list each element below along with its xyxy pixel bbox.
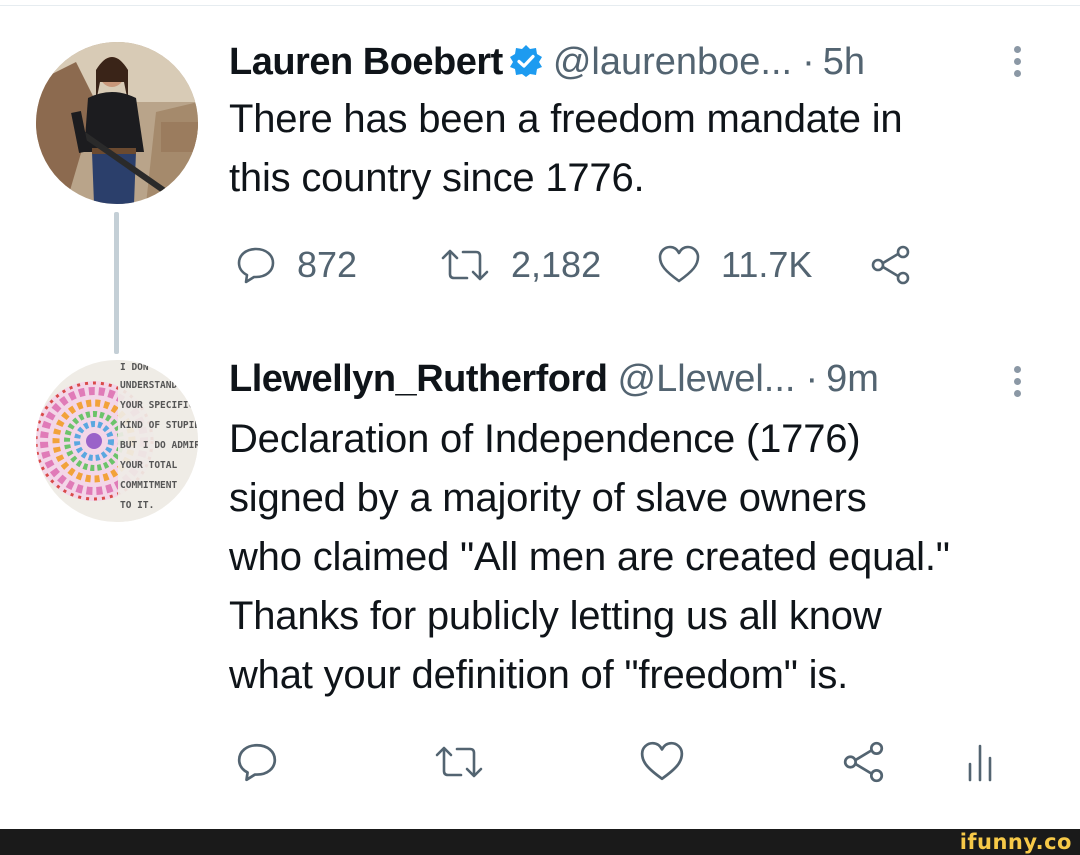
author-handle[interactable]: @laurenboe... xyxy=(553,41,792,84)
tweet-timestamp[interactable]: 5h xyxy=(823,41,865,84)
share-icon xyxy=(843,741,884,783)
author-handle[interactable]: @Llewel... xyxy=(618,358,796,401)
svg-text:I DON'T: I DON'T xyxy=(120,362,160,373)
tweet-timestamp[interactable]: 9m xyxy=(826,358,879,401)
share-icon xyxy=(871,245,910,285)
svg-text:YOUR TOTAL: YOUR TOTAL xyxy=(120,460,177,471)
author-name[interactable]: Llewellyn_Rutherford xyxy=(229,358,608,401)
svg-text:YOUR SPECIFIC: YOUR SPECIFIC xyxy=(120,400,195,411)
separator-dot: · xyxy=(805,358,819,400)
retweet-count: 2,182 xyxy=(511,244,602,285)
analytics-icon xyxy=(968,744,992,782)
svg-text:KIND OF STUPID: KIND OF STUPID xyxy=(120,420,198,431)
svg-text:TO IT.: TO IT. xyxy=(120,500,154,511)
tweet-header: Lauren Boebert @laurenboe... · 5h xyxy=(229,40,865,88)
svg-text:UNDERSTAND: UNDERSTAND xyxy=(120,380,177,391)
retweet-button[interactable] xyxy=(433,737,485,787)
like-button[interactable] xyxy=(639,737,685,787)
watermark-bar xyxy=(0,829,1080,855)
verified-badge-icon xyxy=(509,44,543,78)
reply-icon xyxy=(237,743,277,782)
retweet-button[interactable]: 2,182 xyxy=(439,240,601,290)
heart-icon xyxy=(640,741,684,781)
svg-text:BUT I DO ADMIRE: BUT I DO ADMIRE xyxy=(120,440,198,451)
share-button[interactable] xyxy=(841,737,887,787)
tweet-header: Llewellyn_Rutherford @Llewel... · 9m xyxy=(229,358,879,406)
retweet-icon xyxy=(435,746,483,778)
separator-dot: · xyxy=(802,41,815,83)
tweet-text: Declaration of Independence (1776) signe… xyxy=(229,417,950,697)
more-options-icon[interactable] xyxy=(1010,366,1024,400)
top-divider xyxy=(0,5,1080,6)
share-button[interactable] xyxy=(869,240,913,290)
avatar-lauren-boebert[interactable] xyxy=(36,42,198,204)
reply-button[interactable] xyxy=(235,737,279,787)
reply-count: 872 xyxy=(297,244,358,285)
thread-connector xyxy=(114,212,119,354)
reply-icon xyxy=(237,247,275,284)
svg-text:COMMITMENT: COMMITMENT xyxy=(120,480,177,491)
like-button[interactable]: 11.7K xyxy=(657,240,812,290)
more-options-icon[interactable] xyxy=(1010,46,1024,80)
like-count: 11.7K xyxy=(721,244,813,285)
heart-icon xyxy=(658,245,700,283)
retweet-icon xyxy=(441,249,489,281)
tweet-text: There has been a freedom mandate in this… xyxy=(229,97,903,200)
analytics-button[interactable] xyxy=(965,737,995,787)
author-name[interactable]: Lauren Boebert xyxy=(229,41,503,84)
reply-button[interactable]: 872 xyxy=(235,240,357,290)
ifunny-watermark: ifunny.co xyxy=(959,830,1072,854)
avatar-llewellyn-rutherford[interactable]: I DON'T UNDERSTAND YOUR SPECIFIC KIND OF… xyxy=(36,360,198,522)
